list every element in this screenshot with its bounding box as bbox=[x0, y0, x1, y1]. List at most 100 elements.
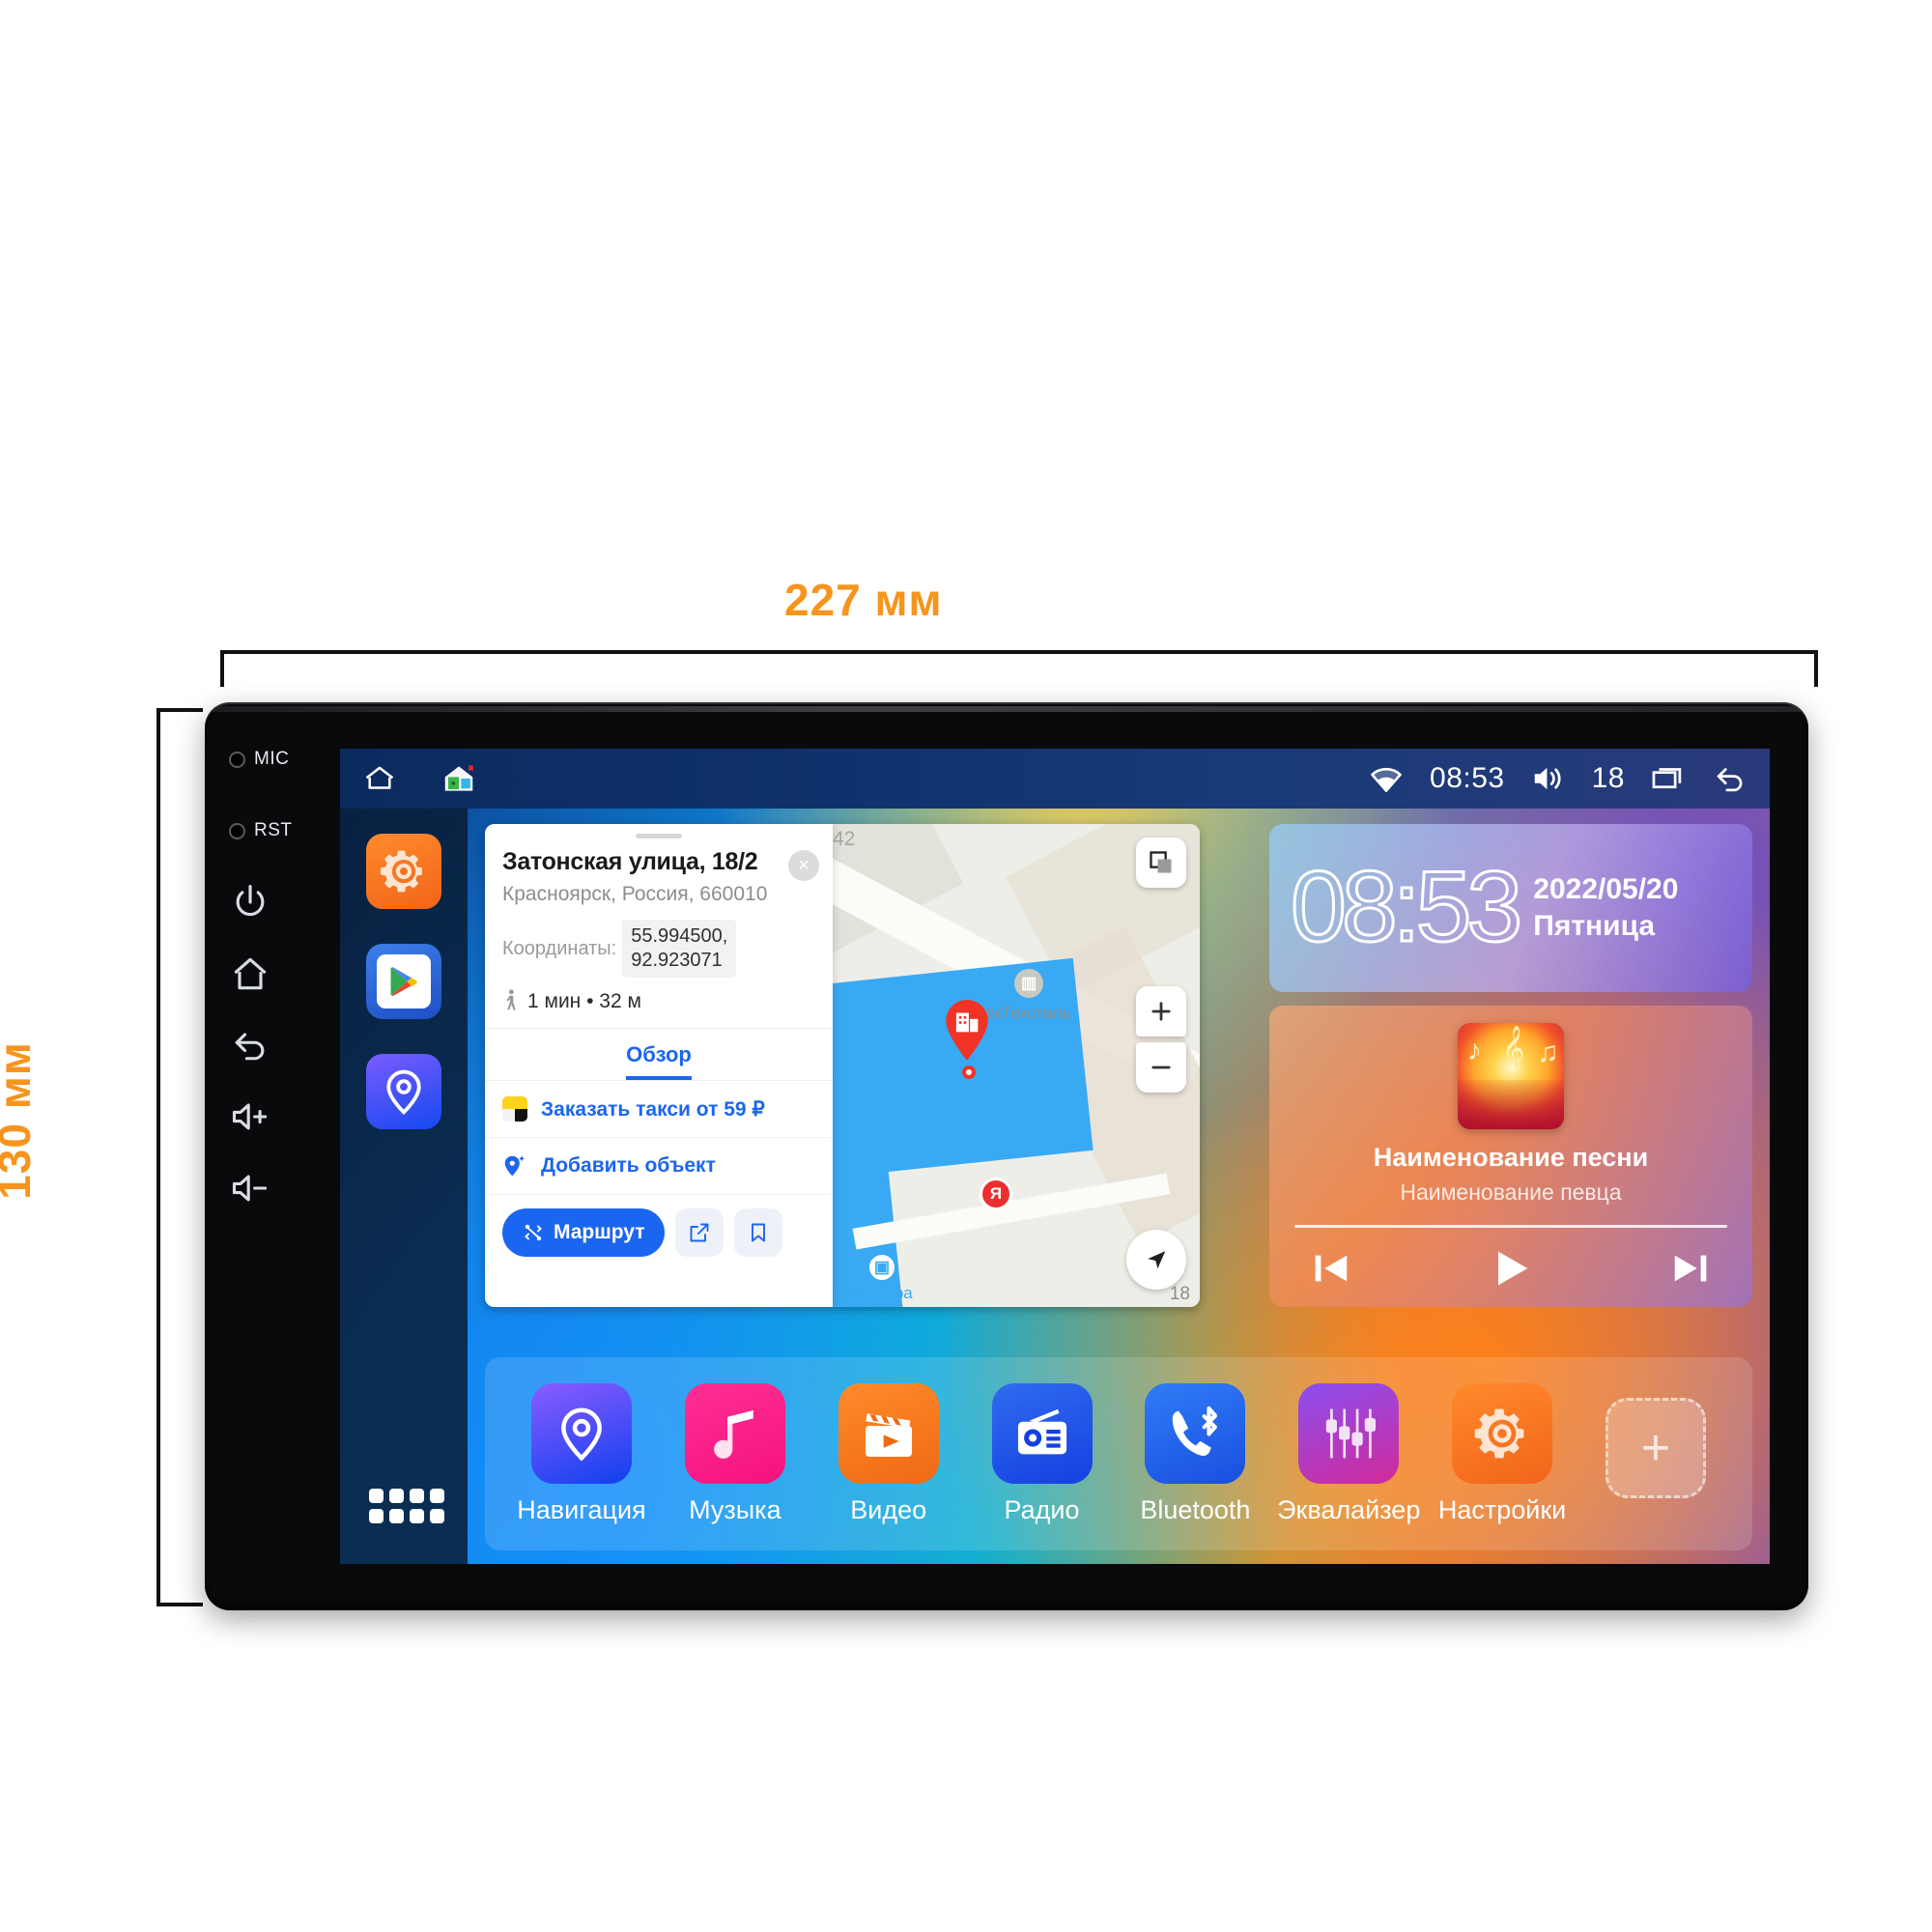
media-player-widget[interactable]: ♪ 𝄞 ♫ Наименование песни Наименование пе… bbox=[1269, 1006, 1752, 1307]
touch-screen[interactable]: 08:53 18 42 ▥ ТехТекстиль Я ▣ Атмосфера … bbox=[340, 749, 1770, 1564]
place-subtitle: Красноярск, Россия, 660010 bbox=[502, 883, 768, 905]
play-button[interactable] bbox=[1486, 1243, 1536, 1293]
dock-label: Видео bbox=[850, 1494, 927, 1524]
dock-app-navigation[interactable]: Навигация bbox=[510, 1382, 653, 1525]
play-icon bbox=[1498, 1251, 1528, 1286]
place-title: Затонская улица, 18/2 bbox=[502, 848, 758, 875]
walk-time-row: 1 мин • 32 м bbox=[485, 978, 833, 1029]
wifi-icon[interactable] bbox=[1368, 760, 1405, 797]
launcher-house-icon[interactable] bbox=[440, 760, 477, 797]
dock-app-settings[interactable]: Настройки bbox=[1431, 1382, 1574, 1525]
add-object-row[interactable]: Добавить объект bbox=[485, 1138, 833, 1195]
route-button-label: Маршрут bbox=[554, 1221, 645, 1243]
app-grid-icon[interactable] bbox=[369, 1489, 444, 1523]
previous-track-icon bbox=[1315, 1255, 1348, 1282]
coordinates-value[interactable]: 55.994500, 92.923071 bbox=[622, 920, 737, 978]
dock-app-add[interactable]: + bbox=[1584, 1398, 1727, 1510]
back-button[interactable] bbox=[215, 1009, 329, 1081]
map-zoom-out-button[interactable] bbox=[1136, 1042, 1186, 1093]
song-artist: Наименование певца bbox=[1400, 1179, 1622, 1205]
map-layers-button[interactable] bbox=[1136, 838, 1186, 888]
volume-icon[interactable] bbox=[1530, 760, 1567, 797]
dock-label: Навигация bbox=[517, 1494, 646, 1524]
gear-icon bbox=[378, 845, 430, 897]
dock-app-video[interactable]: Видео bbox=[817, 1382, 960, 1525]
width-ruler-right-tick bbox=[1814, 650, 1818, 687]
clock-widget[interactable]: 08:53 2022/05/20 Пятница bbox=[1269, 824, 1752, 992]
hardware-bezel: MIC RST bbox=[205, 702, 340, 1610]
home-button[interactable] bbox=[215, 938, 329, 1009]
recents-icon[interactable] bbox=[1650, 760, 1687, 797]
add-object-icon bbox=[502, 1153, 527, 1179]
map-zoom-in-button[interactable] bbox=[1136, 986, 1186, 1037]
sidebar-item-play-store[interactable] bbox=[366, 944, 441, 1019]
plus-icon bbox=[1151, 1002, 1171, 1021]
sidebar-item-navigation[interactable] bbox=[366, 1054, 441, 1129]
dock-app-radio[interactable]: Радио bbox=[971, 1382, 1114, 1525]
dock-app-music[interactable]: Музыка bbox=[664, 1382, 807, 1525]
tab-overview[interactable]: Обзор bbox=[626, 1042, 692, 1080]
height-dimension-label: 130 мм bbox=[0, 1041, 40, 1200]
width-ruler bbox=[220, 650, 1818, 654]
clock-weekday: Пятница bbox=[1533, 910, 1656, 942]
place-info-card: Затонская улица, 18/2 Красноярск, Россия… bbox=[485, 824, 833, 1307]
sidebar-item-settings[interactable] bbox=[366, 834, 441, 909]
clock-date-block: 2022/05/20 Пятница bbox=[1533, 873, 1678, 943]
walk-time-text: 1 мин • 32 м bbox=[527, 990, 641, 1012]
status-bar-left bbox=[361, 760, 477, 797]
map-pin-icon bbox=[378, 1065, 430, 1118]
dock-label: Радио bbox=[1004, 1494, 1080, 1524]
dock-label: Эквалайзер bbox=[1277, 1494, 1421, 1524]
reset-label: RST bbox=[254, 820, 293, 840]
media-controls bbox=[1294, 1228, 1727, 1293]
dock-app-bluetooth[interactable]: Bluetooth bbox=[1123, 1382, 1266, 1525]
volume-level: 18 bbox=[1591, 762, 1625, 794]
bluetooth-phone-icon bbox=[1145, 1382, 1246, 1484]
close-icon[interactable]: × bbox=[788, 850, 819, 881]
card-header: Затонская улица, 18/2 Красноярск, Россия… bbox=[485, 838, 833, 906]
dock-label: Bluetooth bbox=[1140, 1494, 1251, 1524]
next-track-icon bbox=[1674, 1255, 1707, 1282]
back-arrow-icon bbox=[229, 1024, 271, 1066]
map-scale-label: 18 bbox=[1169, 1284, 1190, 1304]
power-icon bbox=[229, 881, 271, 923]
building-pin-icon[interactable] bbox=[939, 1000, 995, 1061]
map-poi-yandex[interactable]: Я bbox=[980, 1178, 1012, 1210]
map-label: Атмосфера bbox=[825, 1284, 913, 1302]
map-pin-icon bbox=[531, 1382, 632, 1484]
map-panel[interactable]: 42 ▥ ТехТекстиль Я ▣ Атмосфера Затонская… bbox=[485, 824, 1200, 1307]
power-button[interactable] bbox=[215, 867, 329, 938]
route-button[interactable]: Маршрут bbox=[502, 1208, 665, 1257]
status-bar: 08:53 18 bbox=[340, 749, 1770, 809]
volume-up-icon bbox=[229, 1095, 271, 1138]
share-button[interactable] bbox=[674, 1208, 724, 1257]
car-head-unit-device: MIC RST 08:53 18 42 ▥ ТехТекстиль Я ▣ Ат… bbox=[205, 702, 1808, 1610]
height-ruler-top-tick bbox=[156, 708, 203, 712]
dock-app-equalizer[interactable]: Эквалайзер bbox=[1277, 1382, 1421, 1525]
reset-pinhole-icon[interactable] bbox=[229, 822, 245, 839]
back-arrow-icon[interactable] bbox=[1712, 760, 1748, 797]
order-taxi-row[interactable]: Заказать такси от 59 ₽ bbox=[485, 1081, 833, 1138]
clock-time: 08:53 bbox=[1289, 851, 1523, 964]
screenshot-root: 227 мм 130 мм MIC RST 08:53 18 42 ▥ ТехТ… bbox=[0, 0, 1932, 1932]
radio-icon bbox=[991, 1382, 1093, 1484]
mic-pinhole-icon bbox=[229, 751, 245, 768]
status-bar-time: 08:53 bbox=[1430, 762, 1505, 794]
map-label: 42 bbox=[833, 828, 856, 850]
play-store-icon bbox=[377, 954, 431, 1009]
mic-pinhole-row: MIC bbox=[215, 724, 329, 795]
bookmark-button[interactable] bbox=[733, 1208, 782, 1257]
map-poi-badge[interactable]: ▥ bbox=[1014, 969, 1043, 998]
next-track-button[interactable] bbox=[1669, 1246, 1714, 1291]
add-object-label: Добавить объект bbox=[541, 1154, 716, 1177]
app-dock: Навигация Музыка Видео Радио Bluetooth Э… bbox=[485, 1357, 1752, 1550]
card-action-buttons: Маршрут bbox=[485, 1195, 833, 1270]
volume-down-button[interactable] bbox=[215, 1152, 329, 1224]
home-icon bbox=[229, 952, 271, 995]
mic-label: MIC bbox=[254, 749, 290, 769]
map-poi-badge[interactable]: ▣ bbox=[867, 1253, 896, 1282]
previous-track-button[interactable] bbox=[1308, 1246, 1352, 1291]
home-outline-icon[interactable] bbox=[361, 760, 398, 797]
volume-up-button[interactable] bbox=[215, 1081, 329, 1152]
map-locate-button[interactable] bbox=[1126, 1230, 1186, 1290]
